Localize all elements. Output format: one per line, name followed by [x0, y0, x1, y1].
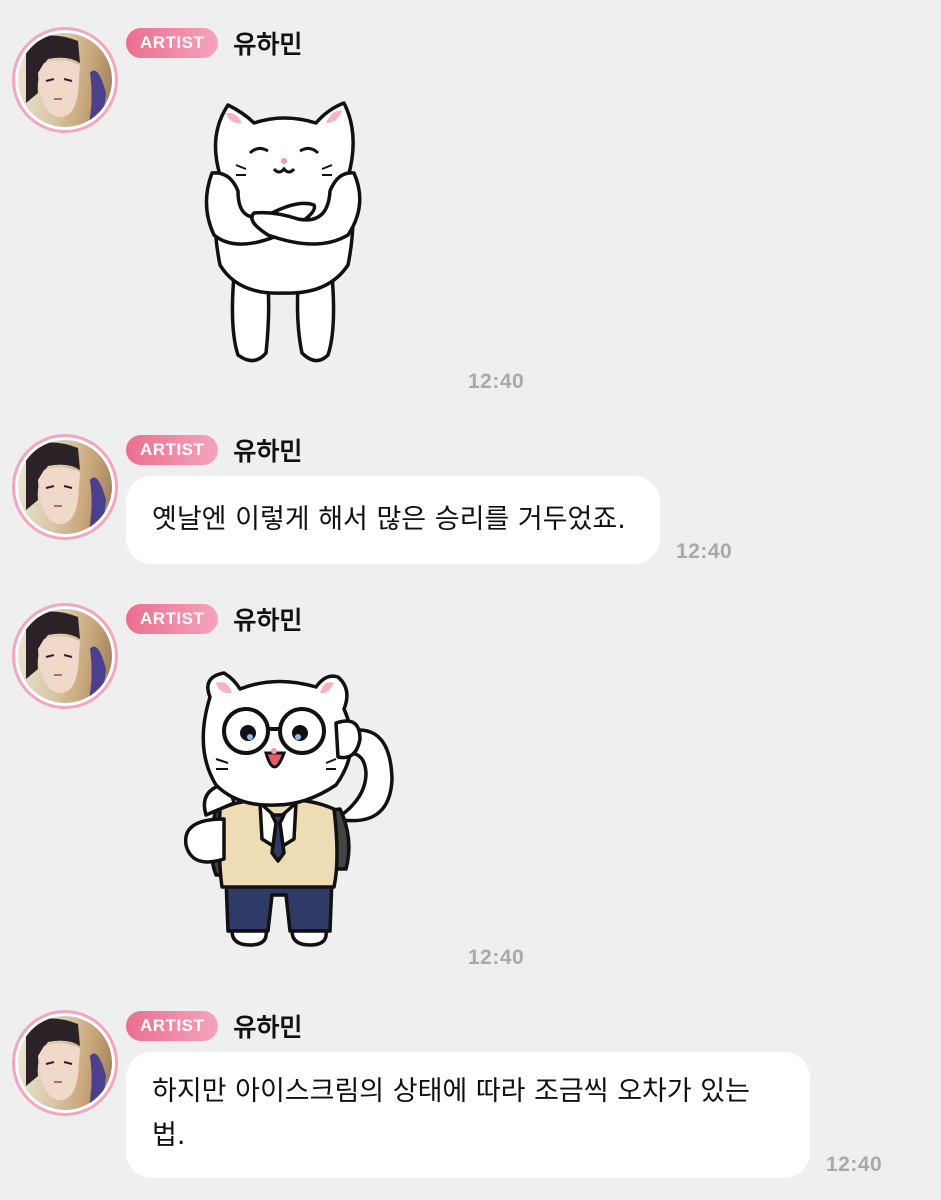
message-bubble[interactable]: 옛날엔 이렇게 해서 많은 승리를 거두었죠.	[126, 476, 660, 564]
sender-name: 유하민	[233, 30, 303, 59]
timestamp: 12:40	[826, 1153, 883, 1176]
artist-badge: ARTIST	[126, 1011, 219, 1041]
artist-avatar[interactable]	[12, 27, 118, 133]
artist-badge: ARTIST	[126, 435, 219, 465]
sender-name: 유하민	[233, 1013, 303, 1042]
message-bubble[interactable]: 하지만 아이스크림의 상태에 따라 조금씩 오차가 있는 법.	[126, 1052, 810, 1178]
artist-badge: ARTIST	[126, 604, 219, 634]
artist-avatar[interactable]	[12, 603, 118, 709]
cat-arms-crossed-sticker[interactable]	[198, 95, 368, 367]
timestamp: 12:40	[468, 946, 525, 969]
timestamp: 12:40	[468, 370, 525, 393]
artist-avatar[interactable]	[12, 1010, 118, 1116]
message-text: 옛날엔 이렇게 해서 많은 승리를 거두었죠.	[152, 504, 626, 535]
message-text-line-2: 법.	[152, 1120, 186, 1151]
sender-name: 유하민	[233, 606, 303, 635]
artist-badge: ARTIST	[126, 28, 219, 58]
timestamp: 12:40	[676, 540, 733, 563]
message-text-line-1: 하지만 아이스크림의 상태에 따라 조금씩 오차가 있는	[152, 1076, 750, 1107]
sender-name: 유하민	[233, 437, 303, 466]
cat-student-glasses-sticker[interactable]	[176, 669, 402, 947]
artist-avatar[interactable]	[12, 434, 118, 540]
